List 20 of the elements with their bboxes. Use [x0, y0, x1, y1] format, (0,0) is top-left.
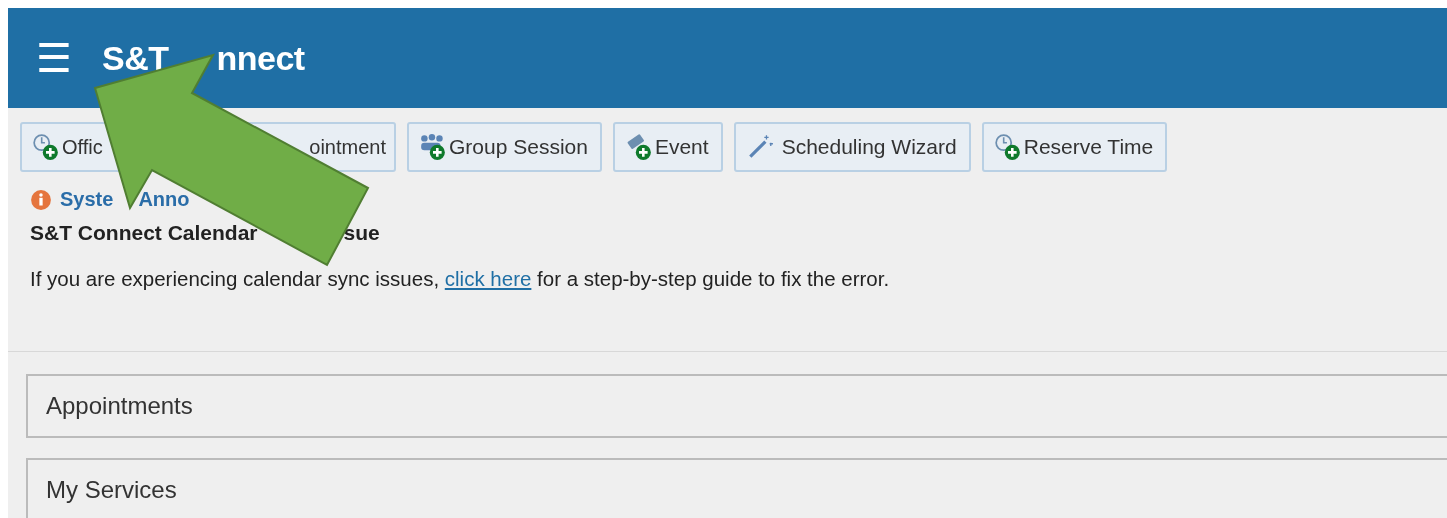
announcement-title[interactable]: Syste: [60, 188, 114, 211]
app-title: nnect: [216, 38, 305, 78]
collapsible-panel[interactable]: My Services: [26, 458, 1447, 518]
announcement-title[interactable]: Anno: [138, 188, 190, 211]
clock-add-icon: [993, 133, 1022, 161]
announcement-text: If you are experiencing calendar sync issues, click here for a step-by-step guide to fix the error.: [30, 267, 891, 291]
collapsible-panel[interactable]: Appointments: [26, 374, 1447, 438]
announcement-heading: sue: [343, 221, 380, 245]
toolbar-button[interactable]: Group Session: [407, 122, 602, 172]
guide-link[interactable]: click here: [444, 267, 532, 290]
ticket-add-icon: [624, 133, 653, 161]
clock-add-icon: [32, 133, 60, 161]
group-add-icon: [419, 133, 447, 161]
toolbar-button[interactable]: Event: [612, 122, 723, 172]
app-title: S&T: [102, 38, 169, 78]
info-icon: [30, 188, 52, 211]
toolbar-button[interactable]: Reserve Time: [981, 122, 1168, 172]
announcement-heading: S&T Connect Calendar: [30, 221, 258, 245]
toolbar-button[interactable]: Scheduling Wizard: [733, 122, 971, 172]
menu-icon[interactable]: ☰: [36, 38, 72, 78]
